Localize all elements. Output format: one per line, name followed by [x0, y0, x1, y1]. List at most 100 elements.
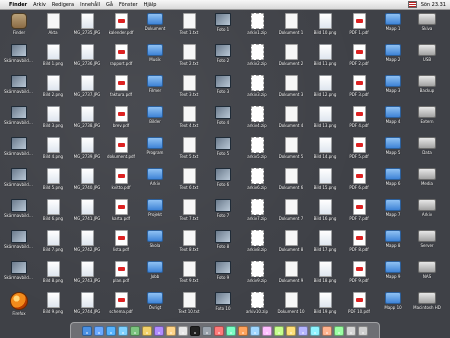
desktop-item[interactable]: Dokument 3 [276, 75, 306, 105]
desktop-item[interactable]: Extern [412, 106, 442, 136]
desktop-item[interactable]: PDF 4.pdf [344, 106, 374, 136]
desktop-item[interactable]: Övrigt [140, 292, 170, 322]
desktop-item[interactable]: MG_2737.JPG [72, 75, 102, 105]
desktop-item[interactable]: Bild 13.png [310, 106, 340, 136]
desktop-item[interactable]: Projekt [140, 199, 170, 229]
desktop-item[interactable]: Dokument 6 [276, 168, 306, 198]
desktop-item[interactable]: Bild 5.png [38, 168, 68, 198]
desktop-item[interactable]: Mapp 9 [378, 261, 408, 291]
desktop-item[interactable]: Jobb [140, 261, 170, 291]
desktop-item[interactable]: faktura.pdf [106, 75, 136, 105]
desktop-item[interactable]: lista.pdf [106, 230, 136, 260]
dock-item-iphoto[interactable] [142, 325, 152, 336]
desktop-item[interactable]: karta.pdf [106, 199, 136, 229]
dock-item-textedit[interactable] [178, 325, 188, 336]
dock-item-terminal[interactable] [190, 325, 200, 336]
menu-item-finder[interactable]: Finder [6, 0, 30, 10]
dock-item-app-1[interactable] [214, 325, 224, 336]
dock-item-ichat[interactable] [130, 325, 140, 336]
desktop-item[interactable]: Bild 15.png [310, 168, 340, 198]
desktop-item[interactable]: Foto 10 [208, 292, 238, 322]
desktop-item[interactable]: Bild 9.png [38, 292, 68, 322]
desktop-item[interactable]: Backup [412, 75, 442, 105]
desktop-item[interactable]: MG_2736.JPG [72, 44, 102, 74]
desktop-item[interactable]: Macintosh HD [412, 292, 442, 322]
desktop-item[interactable]: Text 2.txt [174, 44, 204, 74]
desktop-item[interactable]: USB [412, 44, 442, 74]
desktop-item[interactable]: Skärmavbild 2011-05-06 [4, 199, 34, 229]
dock-item-trash[interactable] [358, 325, 368, 336]
desktop-item[interactable]: Foto 3 [208, 75, 238, 105]
desktop-item[interactable]: Dokument 5 [276, 137, 306, 167]
desktop-item[interactable]: Musik [140, 44, 170, 74]
desktop-item[interactable]: Text 6.txt [174, 168, 204, 198]
dock-item-app-3[interactable] [238, 325, 248, 336]
desktop-item[interactable]: Foto 9 [208, 261, 238, 291]
desktop-item[interactable]: MG_2740.JPG [72, 168, 102, 198]
menu-item-redigera[interactable]: Redigera [49, 0, 77, 10]
desktop-item[interactable]: Foto 5 [208, 137, 238, 167]
desktop-item[interactable]: Arkiv [412, 199, 442, 229]
desktop-item[interactable]: Bild 14.png [310, 137, 340, 167]
menu-item-arkiv[interactable]: Arkiv [30, 0, 49, 10]
desktop-item[interactable]: arkiv2.zip [242, 44, 272, 74]
desktop-item[interactable]: Dokument 9 [276, 261, 306, 291]
desktop-item[interactable]: Bild 7.png [38, 230, 68, 260]
desktop-item[interactable]: Dokument 1 [276, 13, 306, 43]
desktop-item[interactable]: arkiv7.zip [242, 199, 272, 229]
desktop-item[interactable]: Skärmavbild 2011-05-05 [4, 168, 34, 198]
desktop-item[interactable]: Mapp 5 [378, 137, 408, 167]
desktop-item[interactable]: Skärmavbild 2011-05-02 [4, 75, 34, 105]
desktop-item[interactable]: Foto 6 [208, 168, 238, 198]
desktop-item[interactable]: Program [140, 137, 170, 167]
desktop-item[interactable]: Bild 11.png [310, 44, 340, 74]
desktop-item[interactable]: Data [412, 137, 442, 167]
desktop-item[interactable]: Text 8.txt [174, 230, 204, 260]
desktop-item[interactable]: MG_2743.JPG [72, 261, 102, 291]
desktop-item[interactable]: Dokument 8 [276, 230, 306, 260]
desktop-item[interactable]: arkiv6.zip [242, 168, 272, 198]
desktop-item[interactable]: Bild 6.png [38, 199, 68, 229]
dock-item-app-11[interactable] [334, 325, 344, 336]
dock-item-app-6[interactable] [274, 325, 284, 336]
desktop-item[interactable]: Media [412, 168, 442, 198]
desktop-item[interactable]: dokument.pdf [106, 137, 136, 167]
desktop-item[interactable]: brev.pdf [106, 106, 136, 136]
desktop-item[interactable]: Dokument 7 [276, 199, 306, 229]
desktop-item[interactable]: Bild 10.png [310, 13, 340, 43]
desktop-item[interactable]: Bild 3.png [38, 106, 68, 136]
desktop-item[interactable]: PDF 2.pdf [344, 44, 374, 74]
dock-item-app-8[interactable] [298, 325, 308, 336]
desktop-item[interactable]: Filmer [140, 75, 170, 105]
desktop-item[interactable]: PDF 6.pdf [344, 168, 374, 198]
desktop-item[interactable]: arkiv10.zip [242, 292, 272, 322]
desktop-item[interactable]: Foto 8 [208, 230, 238, 260]
desktop-item[interactable]: Skärmavbild 2011-05-07 [4, 230, 34, 260]
dock-item-finder[interactable] [82, 325, 92, 336]
desktop-item[interactable]: Text 9.txt [174, 261, 204, 291]
desktop-item[interactable]: Bild 18.png [310, 261, 340, 291]
desktop-item[interactable]: MG_2742.JPG [72, 230, 102, 260]
desktop-item[interactable]: Server [412, 230, 442, 260]
dock-item-app-5[interactable] [262, 325, 272, 336]
dock-item-app-10[interactable] [322, 325, 332, 336]
desktop-item[interactable]: Bild 4.png [38, 137, 68, 167]
dock-item-app-9[interactable] [310, 325, 320, 336]
desktop-item[interactable]: MG_2739.JPG [72, 137, 102, 167]
desktop-item[interactable]: Skiva [412, 13, 442, 43]
desktop-item[interactable]: Bild 1.png [38, 44, 68, 74]
desktop-item[interactable]: Bild 12.png [310, 75, 340, 105]
desktop-item[interactable]: Bild 2.png [38, 75, 68, 105]
desktop-item[interactable]: Foto 2 [208, 44, 238, 74]
desktop-item[interactable]: Text 1.txt [174, 13, 204, 43]
dock-item-imovie[interactable] [154, 325, 164, 336]
desktop-item[interactable]: Akta [38, 13, 68, 43]
desktop-item[interactable]: PDF 5.pdf [344, 137, 374, 167]
desktop-item[interactable]: Dokument 4 [276, 106, 306, 136]
desktop-item[interactable]: plan.pdf [106, 261, 136, 291]
desktop-item[interactable]: Text 4.txt [174, 106, 204, 136]
menu-item-innehall[interactable]: Innehåll [77, 0, 103, 10]
desktop-item[interactable]: Foto 7 [208, 199, 238, 229]
desktop-item[interactable]: NAS [412, 261, 442, 291]
desktop-item[interactable]: Mapp 6 [378, 168, 408, 198]
